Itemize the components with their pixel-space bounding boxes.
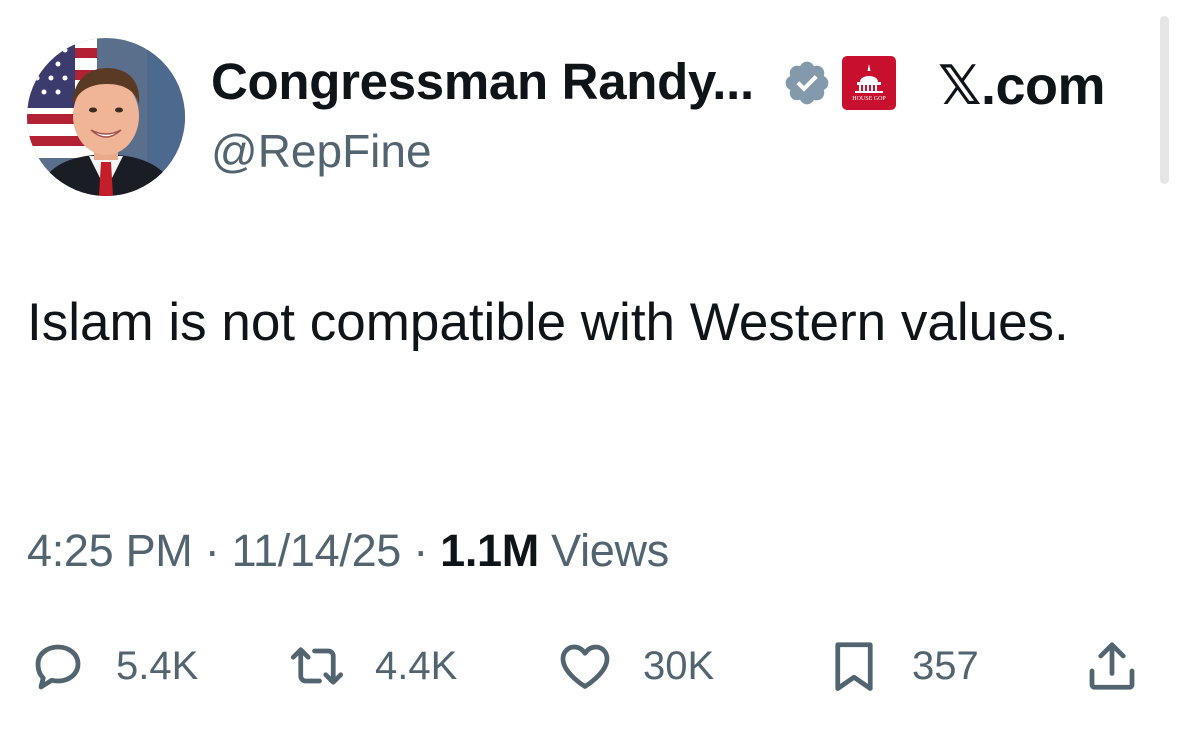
bookmark-count: 357 xyxy=(912,643,979,688)
avatar[interactable] xyxy=(27,38,185,196)
reply-count: 5.4K xyxy=(116,643,199,688)
bookmark-button[interactable]: 357 xyxy=(824,636,979,696)
views-count[interactable]: 1.1M xyxy=(440,525,539,576)
reply-button[interactable]: 5.4K xyxy=(28,636,198,696)
author-display-name[interactable]: Congressman Randy... xyxy=(211,52,754,111)
affiliation-badge-text: HOUSE GOP xyxy=(852,96,886,102)
site-logo: 𝕏.com xyxy=(938,56,1106,116)
heart-icon xyxy=(560,644,610,689)
author-handle[interactable]: @RepFine xyxy=(211,124,432,178)
tweet-text: Islam is not compatible with Western val… xyxy=(27,293,1069,352)
like-button[interactable]: 30K xyxy=(555,636,714,696)
reply-icon xyxy=(35,644,81,690)
meta-separator: · xyxy=(413,525,428,576)
house-gop-capitol-icon[interactable]: HOUSE GOP xyxy=(842,56,896,110)
like-count: 30K xyxy=(643,643,715,688)
share-button[interactable] xyxy=(1082,636,1142,696)
meta-separator: · xyxy=(204,525,220,576)
repost-count: 4.4K xyxy=(375,643,458,688)
bookmark-icon xyxy=(835,642,873,691)
tweet-time[interactable]: 4:25 PM xyxy=(27,525,193,576)
tweet-date[interactable]: 11/14/25 xyxy=(232,525,402,576)
repost-icon xyxy=(290,647,344,685)
views-label[interactable]: Views xyxy=(551,525,669,576)
scrollbar[interactable] xyxy=(1160,16,1169,184)
share-icon xyxy=(1089,642,1135,690)
repost-button[interactable]: 4.4K xyxy=(287,636,457,696)
tweet-meta: 4:25 PM · 11/14/25 · 1.1M Views xyxy=(27,525,669,577)
avatar-photo xyxy=(27,38,185,196)
verified-badge-icon[interactable] xyxy=(782,58,832,108)
